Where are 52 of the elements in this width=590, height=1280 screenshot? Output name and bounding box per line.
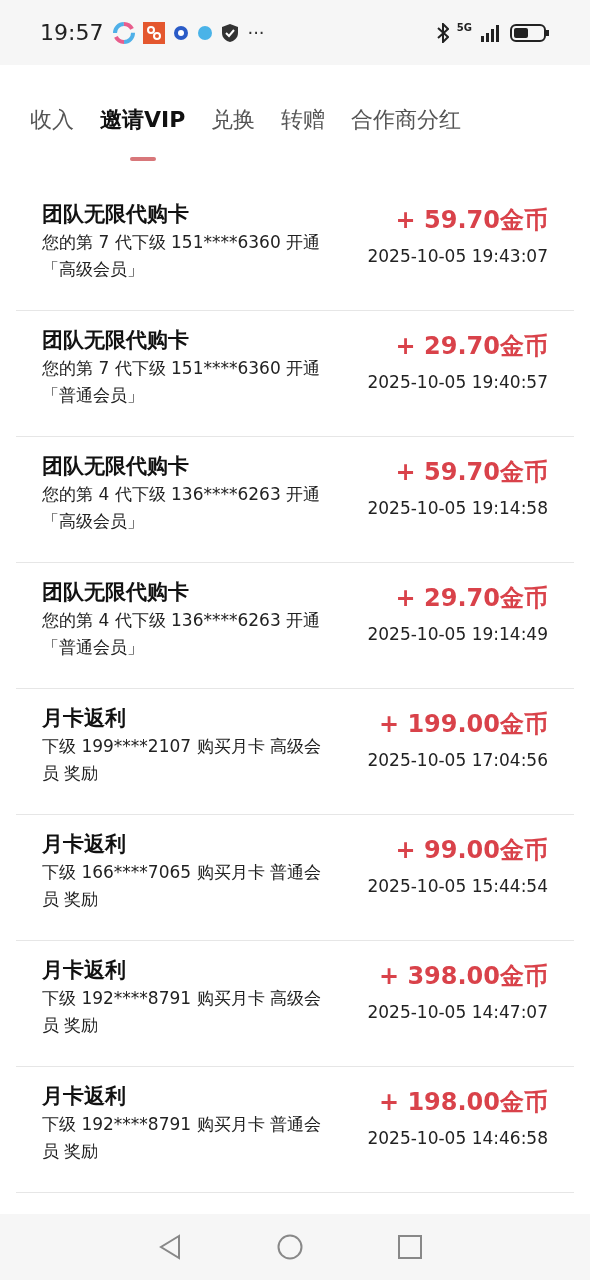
clock-time: 19:57: [40, 20, 104, 45]
record-description: 下级 166****7065 购买月卡 普通会员 奖励: [42, 861, 322, 911]
recents-icon[interactable]: [398, 1235, 422, 1259]
battery-icon: [510, 22, 550, 43]
coin-amount: + 199.00金币: [378, 709, 548, 740]
app-icon: [197, 24, 214, 41]
tab[interactable]: 转赠: [281, 105, 326, 165]
record-description: 下级 192****8791 购买月卡 普通会员 奖励: [42, 1113, 322, 1163]
back-icon[interactable]: [158, 1234, 182, 1260]
network-type: 5G: [456, 22, 472, 33]
coin-amount: + 398.00金币: [378, 961, 548, 992]
record-title: 团队无限代购卡: [42, 579, 190, 606]
coin-amount: + 29.70金币: [395, 583, 548, 614]
tab[interactable]: 收入: [30, 105, 74, 165]
record-title: 团队无限代购卡: [42, 327, 190, 354]
tab[interactable]: 合作商分红: [351, 105, 462, 165]
record-time: 2025-10-05 14:46:58: [367, 1127, 548, 1150]
tab[interactable]: 邀请VIP: [100, 105, 186, 165]
coin-amount: + 198.00金币: [378, 1087, 548, 1118]
record-description: 您的第 4 代下级 136****6263 开通「高级会员」: [42, 483, 322, 533]
record-title: 团队无限代购卡: [42, 201, 190, 228]
signal-icon: [480, 22, 502, 43]
bluetooth-icon: [436, 22, 449, 43]
record-description: 您的第 7 代下级 151****6360 开通「高级会员」: [42, 231, 322, 281]
record-time: 2025-10-05 19:40:57: [367, 371, 548, 394]
record-description: 下级 199****2107 购买月卡 高级会员 奖励: [42, 735, 322, 785]
tab-indicator: [129, 157, 156, 161]
record-time: 2025-10-05 19:43:07: [367, 245, 548, 268]
app-icon: [173, 24, 190, 41]
app-icon: [143, 21, 166, 44]
record-time: 2025-10-05 19:14:58: [367, 497, 548, 520]
more-notifications: ···: [247, 22, 265, 43]
coin-amount: + 59.70金币: [395, 457, 548, 488]
record-title: 团队无限代购卡: [42, 453, 190, 480]
record-title: 月卡返利: [42, 831, 127, 858]
home-icon[interactable]: [277, 1234, 303, 1260]
app-icon: [113, 21, 136, 44]
record-title: 月卡返利: [42, 957, 127, 984]
record-title: 月卡返利: [42, 1083, 127, 1110]
record-time: 2025-10-05 15:44:54: [367, 875, 548, 898]
record-description: 您的第 4 代下级 136****6263 开通「普通会员」: [42, 609, 322, 659]
record-time: 2025-10-05 17:04:56: [367, 749, 548, 772]
record-description: 您的第 7 代下级 151****6360 开通「普通会员」: [42, 357, 322, 407]
record-description: 下级 192****8791 购买月卡 高级会员 奖励: [42, 987, 322, 1037]
coin-amount: + 99.00金币: [395, 835, 548, 866]
record-title: 月卡返利: [42, 705, 127, 732]
coin-amount: + 59.70金币: [395, 205, 548, 236]
record-time: 2025-10-05 14:47:07: [367, 1001, 548, 1024]
shield-icon: [221, 22, 240, 43]
record-time: 2025-10-05 19:14:49: [367, 623, 548, 646]
tab[interactable]: 兑换: [211, 105, 256, 165]
coin-amount: + 29.70金币: [395, 331, 548, 362]
